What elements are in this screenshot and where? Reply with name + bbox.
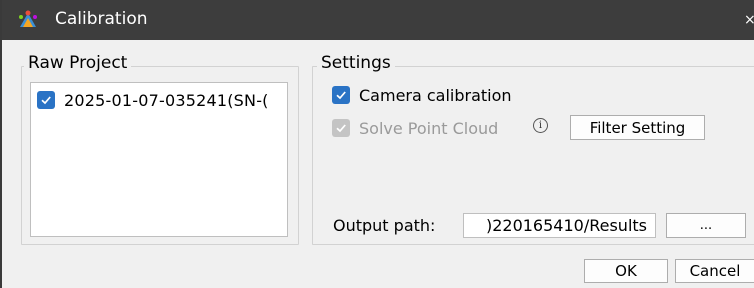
title-bar[interactable]: Calibration × bbox=[2, 0, 754, 40]
cancel-button[interactable]: Cancel bbox=[675, 259, 754, 283]
output-path-value: )220165410/Results bbox=[485, 216, 647, 235]
camera-calibration-label: Camera calibration bbox=[359, 85, 512, 105]
output-path-label: Output path: bbox=[333, 216, 436, 235]
window-title: Calibration bbox=[55, 9, 148, 29]
browse-button[interactable]: ... bbox=[666, 213, 746, 238]
project-checkbox[interactable] bbox=[37, 91, 55, 109]
list-item[interactable]: 2025-01-07-035241(SN-( bbox=[37, 87, 287, 113]
ok-button[interactable]: OK bbox=[584, 259, 668, 283]
raw-project-legend: Raw Project bbox=[24, 53, 132, 73]
calibration-dialog: Calibration × Raw Project 2025-01-07-035… bbox=[0, 0, 754, 288]
solve-point-cloud-option: Solve Point Cloud bbox=[332, 115, 498, 141]
solve-point-cloud-checkbox bbox=[332, 119, 350, 137]
app-icon bbox=[17, 9, 39, 31]
camera-calibration-option[interactable]: Camera calibration bbox=[332, 82, 512, 108]
raw-project-list[interactable]: 2025-01-07-035241(SN-( bbox=[30, 82, 288, 237]
info-icon[interactable]: i bbox=[533, 118, 548, 133]
settings-legend: Settings bbox=[317, 53, 395, 73]
output-path-field[interactable]: )220165410/Results bbox=[463, 213, 656, 238]
solve-point-cloud-label: Solve Point Cloud bbox=[359, 118, 499, 138]
close-icon[interactable]: × bbox=[744, 10, 754, 30]
filter-setting-button[interactable]: Filter Setting bbox=[570, 115, 705, 140]
project-label: 2025-01-07-035241(SN-( bbox=[64, 90, 269, 110]
camera-calibration-checkbox[interactable] bbox=[332, 86, 350, 104]
